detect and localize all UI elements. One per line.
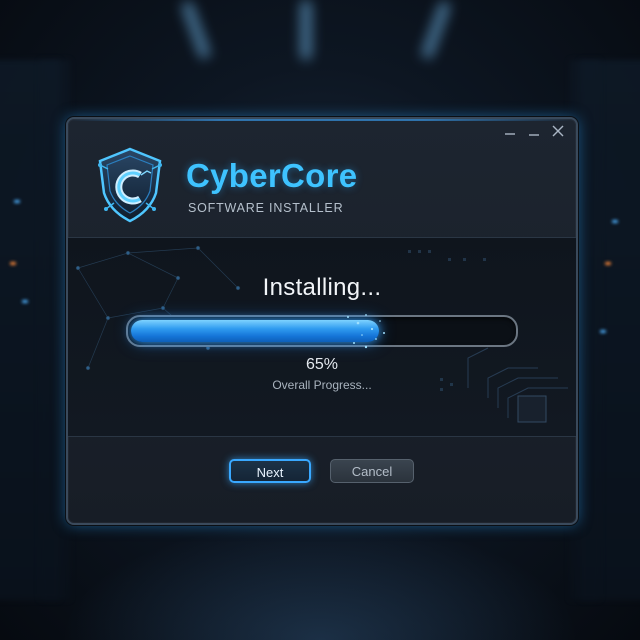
install-status-text: Installing... <box>262 274 382 301</box>
floor-glow <box>60 520 580 640</box>
server-led <box>22 300 28 303</box>
brand-name: CyberCore <box>186 157 358 194</box>
brand-subtitle: SOFTWARE INSTALLER <box>188 201 344 215</box>
maximize-icon[interactable] <box>526 123 542 139</box>
window-controls <box>502 123 566 139</box>
cancel-button[interactable]: Cancel <box>330 459 414 483</box>
next-button[interactable]: Next <box>229 459 311 483</box>
progress-bar-fill <box>131 320 379 342</box>
progress-bar <box>126 314 518 349</box>
close-icon[interactable] <box>550 123 566 139</box>
progress-label: Overall Progress... <box>272 378 372 392</box>
progress-percent: 65% <box>305 356 339 373</box>
ceiling-light <box>420 0 452 61</box>
server-led <box>612 220 618 223</box>
installer-window: CyberCore SOFTWARE INSTALLER Installing.… <box>66 117 578 525</box>
ceiling-light <box>180 0 212 61</box>
progress-panel: Installing... 65% Overall Progress... <box>68 237 576 437</box>
server-led <box>605 262 611 265</box>
ceiling-light <box>300 0 312 60</box>
server-led <box>600 330 606 333</box>
shield-logo-icon <box>94 145 166 225</box>
server-led <box>14 200 20 203</box>
server-led <box>10 262 16 265</box>
minimize-icon[interactable] <box>502 123 518 139</box>
